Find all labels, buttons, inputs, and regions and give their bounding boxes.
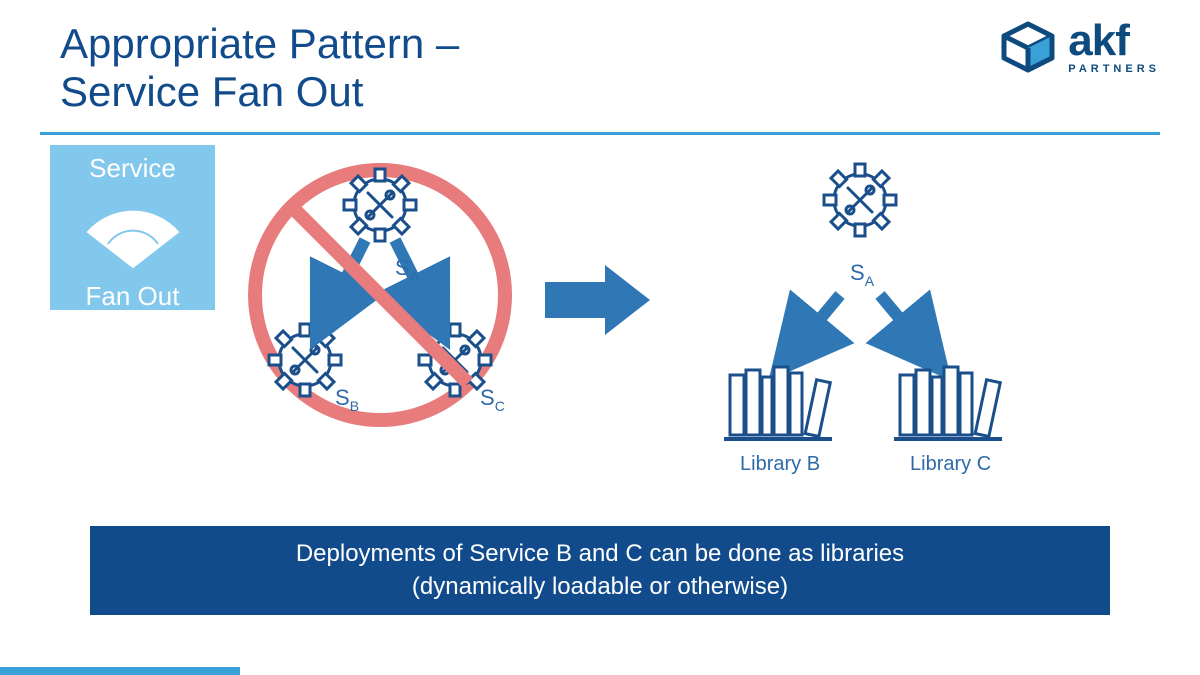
service-a-label: SA [850,260,875,289]
fan-icon [78,192,188,272]
pattern-badge: Service Fan Out [50,145,215,310]
slide: Appropriate Pattern – Service Fan Out ak… [0,0,1200,675]
badge-top-label: Service [50,153,215,184]
slide-title: Appropriate Pattern – Service Fan Out [60,20,459,117]
title-line-1: Appropriate Pattern – [60,20,459,67]
title-divider [40,132,1160,135]
cube-icon [998,20,1058,76]
logo-brand: akf [1068,21,1129,61]
library-c-label: Library C [910,453,991,475]
transition-arrow [545,260,655,345]
correct-pattern-diagram: SA Library B Library C [680,145,1080,495]
gear-icon [809,149,911,251]
anti-pattern-diagram: SA SB SC [230,145,530,445]
logo-text: akf PARTNERS [1068,21,1160,75]
brand-logo: akf PARTNERS [998,20,1160,76]
footer-accent-bar [0,667,240,675]
summary-banner: Deployments of Service B and C can be do… [90,526,1110,615]
logo-sub: PARTNERS [1068,63,1160,75]
arrow-icon [790,295,840,355]
arrow-right-icon [545,265,650,335]
banner-line-2: (dynamically loadable or otherwise) [412,573,788,600]
badge-bottom-label: Fan Out [50,281,215,312]
books-icon [894,367,1002,439]
service-b-label: SB [335,385,359,414]
books-icon [724,367,832,439]
service-c-label: SC [480,385,505,414]
arrow-icon [880,295,930,355]
banner-line-1: Deployments of Service B and C can be do… [296,540,904,567]
library-b-label: Library B [740,453,820,475]
service-a-label: SA [395,255,420,284]
title-line-2: Service Fan Out [60,68,363,115]
